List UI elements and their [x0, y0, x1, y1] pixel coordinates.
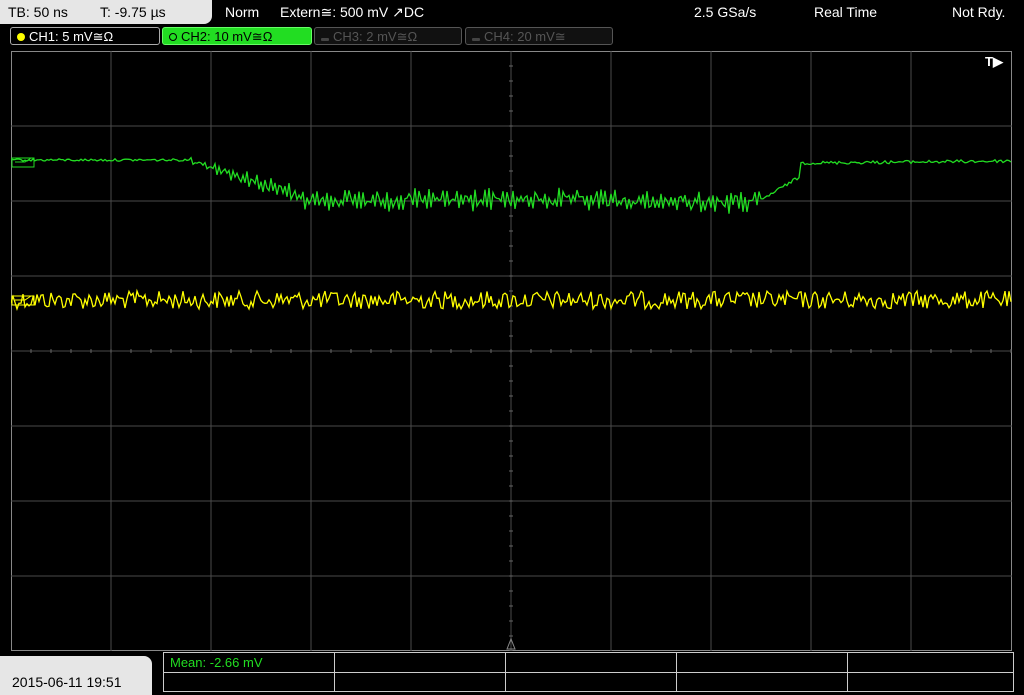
trigger-offset-label: T: -9.75 µs — [100, 4, 166, 20]
waveform-display[interactable]: T▶ — [10, 50, 1012, 652]
timebase-panel[interactable]: TB: 50 ns T: -9.75 µs — [0, 0, 212, 24]
channel-2-button[interactable]: CH2: 10 mV≅Ω — [162, 27, 312, 45]
sample-rate-label: 2.5 GSa/s — [694, 4, 757, 20]
datetime-panel: 2015-06-11 19:51 — [0, 656, 152, 695]
acquisition-mode-label: Real Time — [814, 4, 878, 20]
trigger-marker-label[interactable]: T▶ — [985, 54, 1004, 69]
status-bar: TB: 50 ns T: -9.75 µs Norm Extern≅: 500 … — [0, 0, 1024, 25]
channel-2-label: CH2: 10 mV≅Ω — [181, 29, 273, 44]
trigger-source-label[interactable]: Extern≅: 500 mV ↗DC — [280, 4, 424, 21]
channel-selector-row: CH1: 5 mV≅Ω CH2: 10 mV≅Ω CH3: 2 mV≅Ω CH4… — [0, 27, 1024, 49]
ready-state-label: Not Rdy. — [952, 4, 1006, 20]
trigger-mode-label[interactable]: Norm — [225, 4, 259, 20]
measurement-cell-2[interactable] — [335, 653, 506, 691]
channel-4-indicator-icon — [472, 38, 480, 41]
datetime-label: 2015-06-11 19:51 — [12, 674, 122, 690]
timebase-label: TB: 50 ns — [8, 4, 68, 20]
channel-1-button[interactable]: CH1: 5 mV≅Ω — [10, 27, 160, 45]
channel-3-label: CH3: 2 mV≅Ω — [333, 29, 418, 44]
waveform-grid: T▶ — [10, 50, 1012, 652]
channel-4-label: CH4: 20 mV≅ — [484, 29, 566, 44]
channel-2-indicator-icon — [169, 33, 177, 41]
mean-measurement: Mean: -2.66 mV — [170, 655, 263, 670]
channel-3-button[interactable]: CH3: 2 mV≅Ω — [314, 27, 462, 45]
channel-1-label: CH1: 5 mV≅Ω — [29, 29, 114, 44]
channel-1-indicator-icon — [17, 33, 25, 41]
channel-3-indicator-icon — [321, 38, 329, 41]
measurement-cell-3[interactable] — [506, 653, 677, 691]
measurement-panel[interactable]: Mean: -2.66 mV — [163, 652, 1014, 692]
channel-4-button[interactable]: CH4: 20 mV≅ — [465, 27, 613, 45]
measurement-cell-4[interactable] — [677, 653, 848, 691]
